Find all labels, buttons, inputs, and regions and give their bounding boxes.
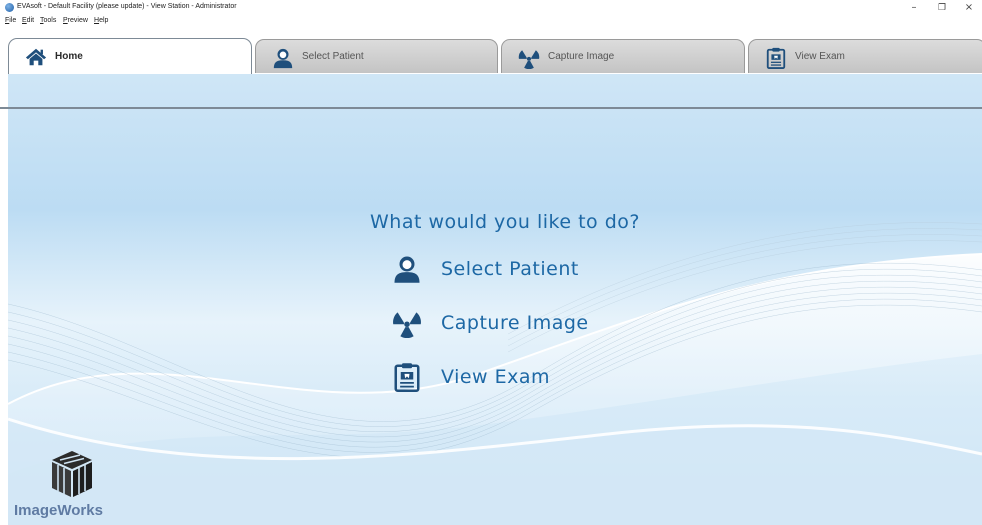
- radiation-icon: [393, 312, 421, 338]
- tab-home[interactable]: Home: [8, 38, 252, 74]
- menu-tools[interactable]: Tools: [40, 17, 56, 24]
- action-view-exam[interactable]: View Exam: [392, 360, 652, 396]
- imageworks-logo-text: ImageWorks: [14, 502, 103, 519]
- patient-icon: [394, 256, 420, 283]
- tab-divider: [0, 107, 982, 109]
- tab-view-exam[interactable]: View Exam: [748, 39, 982, 73]
- action-label-capture-image: Capture Image: [441, 312, 589, 334]
- wave-background: [8, 222, 982, 525]
- action-select-patient[interactable]: Select Patient: [392, 252, 652, 288]
- patient-icon: [273, 48, 293, 69]
- tab-capture-image[interactable]: Capture Image: [501, 39, 745, 73]
- home-prompt: What would you like to do?: [370, 211, 640, 233]
- menu-file[interactable]: File: [5, 17, 16, 24]
- menu-edit[interactable]: Edit: [22, 17, 34, 24]
- exam-clipboard-icon: [766, 47, 786, 69]
- title-bar: EVAsoft - Default Facility (please updat…: [0, 0, 982, 16]
- imageworks-logo: ImageWorks: [12, 448, 132, 523]
- menu-bar: File Edit Tools Preview Help: [0, 16, 982, 28]
- minimize-button[interactable]: –: [907, 2, 921, 14]
- window-title: EVAsoft - Default Facility (please updat…: [17, 3, 237, 10]
- home-icon: [25, 48, 47, 66]
- menu-preview[interactable]: Preview: [63, 17, 88, 24]
- tab-label-home: Home: [55, 51, 83, 62]
- tab-strip: Home Select Patient Capture Image View E…: [0, 35, 982, 109]
- tab-label-capture-image: Capture Image: [548, 51, 615, 62]
- action-label-select-patient: Select Patient: [441, 258, 579, 280]
- tab-select-patient[interactable]: Select Patient: [255, 39, 498, 73]
- imageworks-cube-icon: [52, 451, 92, 497]
- exam-clipboard-icon: [394, 363, 420, 392]
- app-globe-icon: [5, 3, 14, 12]
- close-button[interactable]: ×: [962, 2, 976, 14]
- action-label-view-exam: View Exam: [441, 366, 551, 388]
- radiation-icon: [518, 50, 540, 69]
- menu-help[interactable]: Help: [94, 17, 108, 24]
- home-panel: What would you like to do? Select Patien…: [8, 74, 982, 525]
- action-capture-image[interactable]: Capture Image: [392, 306, 652, 342]
- tab-label-view-exam: View Exam: [795, 51, 845, 62]
- tab-label-select-patient: Select Patient: [302, 51, 364, 62]
- maximize-button[interactable]: ❐: [935, 2, 949, 14]
